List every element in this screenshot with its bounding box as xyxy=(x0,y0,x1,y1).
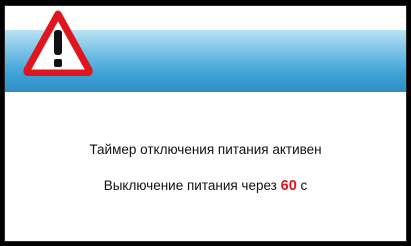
shutdown-prefix-text: Выключение питания через xyxy=(103,178,277,193)
seconds-unit-text: с xyxy=(300,178,308,193)
power-timer-dialog: Таймер отключения питания активен Выключ… xyxy=(4,5,407,242)
warning-triangle-icon xyxy=(23,10,93,76)
countdown-value: 60 xyxy=(280,178,297,194)
timer-active-message: Таймер отключения питания активен xyxy=(89,142,322,157)
shutdown-countdown-message: Выключение питания через 60 с xyxy=(5,178,406,194)
